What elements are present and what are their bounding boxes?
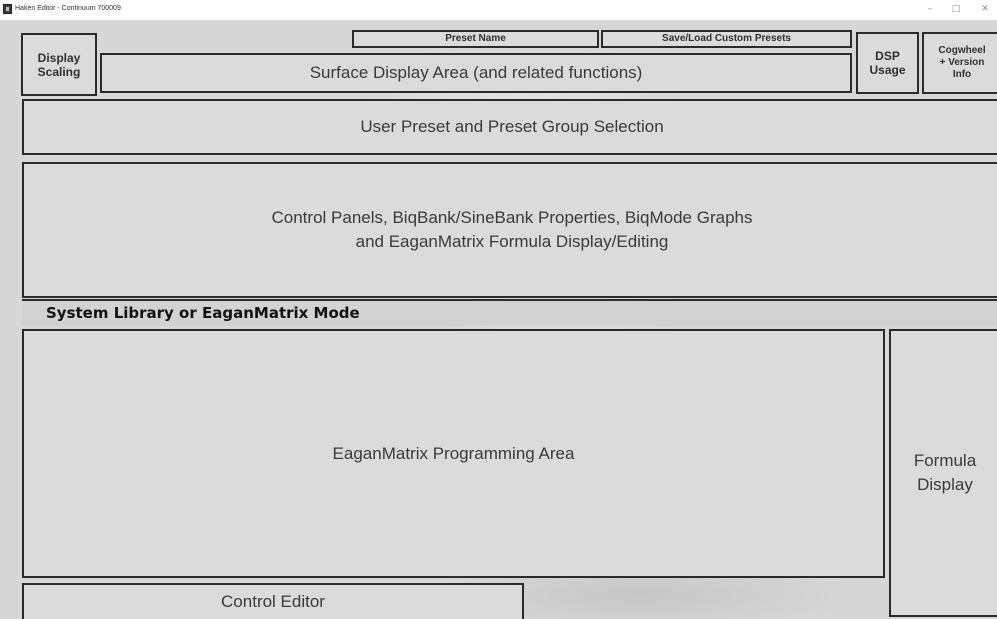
formula-display-area[interactable]: Formula Display (889, 329, 997, 617)
dsp-usage-indicator: DSP Usage (856, 32, 919, 94)
control-panels-area[interactable]: Control Panels, BiqBank/SineBank Propert… (22, 162, 997, 298)
surface-display-area[interactable]: Surface Display Area (and related functi… (100, 53, 852, 93)
window-title: Haken Editor - Continuum 700009 (15, 5, 121, 12)
maximize-button[interactable]: □ (946, 2, 966, 16)
minimize-button[interactable]: – (920, 2, 940, 16)
mode-bar: System Library or EaganMatrix Mode (22, 299, 997, 326)
preset-name-field[interactable]: Preset Name (352, 30, 599, 48)
eaganmatrix-programming-area[interactable]: EaganMatrix Programming Area (22, 329, 885, 578)
mode-label: System Library or EaganMatrix Mode (46, 304, 360, 322)
display-scaling-button[interactable]: Display Scaling (21, 33, 97, 96)
editor-layout: Display Scaling Preset Name Save/Load Cu… (0, 20, 997, 619)
close-button[interactable]: ✕ (975, 2, 995, 16)
control-editor-area[interactable]: Control Editor (22, 583, 524, 619)
haken-editor-app-icon (3, 4, 12, 14)
save-load-presets-button[interactable]: Save/Load Custom Presets (601, 30, 852, 48)
cogwheel-version-info-button[interactable]: Cogwheel + Version Info (922, 32, 997, 94)
preset-selection-area[interactable]: User Preset and Preset Group Selection (22, 99, 997, 155)
window-titlebar: Haken Editor - Continuum 700009 – □ ✕ (0, 0, 997, 20)
